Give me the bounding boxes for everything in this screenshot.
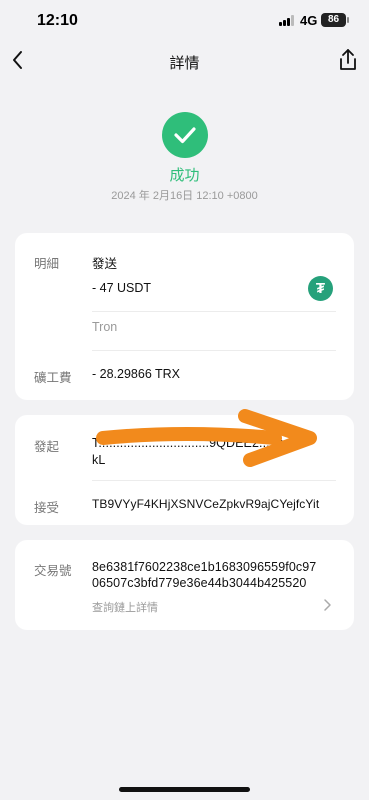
status-bar: 12:10 4G 86 xyxy=(0,0,369,40)
amount: - 47 USDT xyxy=(92,281,152,295)
nav-bar: 詳情 xyxy=(0,40,369,80)
from-label: 發起 xyxy=(34,440,60,454)
transaction-status: 成功 xyxy=(169,167,200,184)
fee-label: 礦工費 xyxy=(34,371,72,385)
battery-cap xyxy=(347,17,349,23)
tx-hash-line2[interactable]: 06507c3bfd779e36e44b3044b425520 xyxy=(92,576,306,590)
from-address-line1[interactable]: T...............................9QDEE2..… xyxy=(92,436,304,450)
page-title: 詳情 xyxy=(169,55,200,72)
network-name: Tron xyxy=(92,320,118,334)
explorer-link[interactable]: 查詢鏈上詳情 xyxy=(92,599,158,615)
parties-card: 發起 T...............................9QDEE… xyxy=(15,415,354,525)
tether-icon: ₮ xyxy=(308,276,333,301)
transaction-type: 發送 xyxy=(92,257,118,271)
divider xyxy=(92,480,336,481)
details-card: 明細 發送 - 47 USDT ₮ Tron 礦工費 - 28.29866 TR… xyxy=(15,233,354,400)
to-label: 接受 xyxy=(34,501,60,515)
divider xyxy=(92,311,336,312)
battery-icon: 86 xyxy=(321,13,346,27)
signal-icon xyxy=(279,15,297,26)
divider xyxy=(92,350,336,351)
chevron-right-icon[interactable] xyxy=(321,598,333,612)
tx-label: 交易號 xyxy=(34,564,72,578)
tx-card: 交易號 8e6381f7602238ce1b1683096559f0c97 06… xyxy=(15,540,354,630)
fee-value: - 28.29866 TRX xyxy=(92,367,181,381)
to-address[interactable]: TB9VYyF4KHjXSNVCeZpkvR9ajCYejfcYit xyxy=(92,497,319,511)
share-icon[interactable] xyxy=(336,47,360,73)
home-indicator[interactable] xyxy=(119,787,250,792)
tx-hash-line1[interactable]: 8e6381f7602238ce1b1683096559f0c97 xyxy=(92,560,316,574)
network-type: 4G xyxy=(300,13,318,28)
status-time: 12:10 xyxy=(37,12,78,29)
transaction-datetime: 2024 年 2月16日 12:10 +0800 xyxy=(111,190,258,202)
check-circle-icon xyxy=(162,112,208,158)
from-address-line2[interactable]: kL xyxy=(92,453,105,467)
details-label: 明細 xyxy=(34,257,60,271)
